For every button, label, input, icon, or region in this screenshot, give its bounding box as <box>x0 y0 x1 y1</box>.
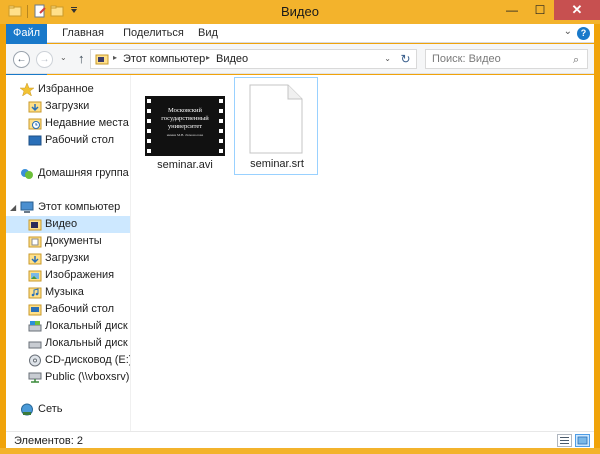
sidebar-item-label: Рабочий стол <box>45 134 115 146</box>
sidebar-item-desktop[interactable]: Рабочий стол <box>6 132 130 149</box>
downloads-folder-icon <box>28 101 42 113</box>
sidebar-item-label: Домашняя группа <box>38 167 129 179</box>
address-dropdown-icon[interactable]: ⌄ <box>384 54 391 63</box>
sidebar-item-pictures[interactable]: Изображения <box>6 267 130 284</box>
sidebar-item-label: Музыка <box>45 286 84 298</box>
thumbnail-text: университет <box>168 123 202 130</box>
sidebar-item-label: Избранное <box>38 83 94 95</box>
sidebar-item-label: Локальный диск (C <box>45 320 130 332</box>
help-icon[interactable]: ? <box>577 27 590 40</box>
documents-folder-icon <box>28 236 42 248</box>
search-input[interactable] <box>425 49 588 69</box>
breadcrumb-this-pc[interactable]: Этот компьютер <box>123 53 205 65</box>
sidebar-item-downloads[interactable]: Загрузки <box>6 98 130 115</box>
recent-places-icon <box>28 118 42 130</box>
sidebar-item-label: Загрузки <box>45 252 90 264</box>
sidebar-item-favorites[interactable]: Избранное <box>6 81 130 98</box>
thumbnail-text: государственный <box>161 115 209 122</box>
title-bar: Видео — ☐ ✕ <box>0 0 600 24</box>
file-name: seminar.avi <box>157 159 213 171</box>
desktop-icon <box>28 135 42 146</box>
sidebar-item-network[interactable]: Сеть <box>6 401 130 418</box>
network-drive-icon <box>28 372 42 383</box>
star-icon <box>20 83 34 96</box>
sidebar-item-cd-drive[interactable]: CD-дисковод (E:) Vi <box>6 352 131 369</box>
sidebar-item-label: Недавние места <box>45 117 129 129</box>
sidebar-item-label: Public (\\vboxsrv) (F <box>45 371 130 383</box>
sidebar-item-this-pc[interactable]: ◢ Этот компьютер <box>6 199 130 216</box>
window-border <box>0 448 600 454</box>
refresh-button[interactable]: ↻ <box>395 49 417 69</box>
navigation-pane: Избранное Загрузки Недавние места Рабочи… <box>6 75 131 431</box>
sidebar-item-label: Видео <box>45 218 78 230</box>
tab-view[interactable]: Вид <box>192 24 224 43</box>
video-file-icon: Московский государственный университет и… <box>145 96 225 156</box>
homegroup-icon <box>21 169 33 179</box>
sidebar-item-label: Локальный диск (D <box>45 337 130 349</box>
sidebar-item-homegroup[interactable]: Домашняя группа <box>6 165 130 182</box>
maximize-button[interactable]: ☐ <box>526 0 554 20</box>
sidebar-item-label: CD-дисковод (E:) Vi <box>45 354 131 366</box>
breadcrumb-video[interactable]: Видео <box>216 53 248 65</box>
details-view-button[interactable] <box>557 434 572 447</box>
downloads-folder-icon <box>28 253 42 265</box>
sidebar-item-label: Этот компьютер <box>38 201 121 213</box>
item-count: Элементов: 2 <box>14 435 83 447</box>
network-icon <box>21 403 33 416</box>
details-view-icon <box>560 437 569 444</box>
recent-locations-icon[interactable]: ⌄ <box>60 53 67 62</box>
search-icon[interactable]: ⌕ <box>573 54 579 67</box>
sidebar-item-downloads-pc[interactable]: Загрузки <box>6 250 130 267</box>
sidebar-item-music[interactable]: Музыка <box>6 284 130 301</box>
music-folder-icon <box>28 287 42 299</box>
status-bar: Элементов: 2 <box>6 431 594 448</box>
sidebar-item-video[interactable]: Видео <box>6 216 130 233</box>
sidebar-item-disk-d[interactable]: Локальный диск (D <box>6 335 130 352</box>
local-disk-icon <box>28 341 42 349</box>
file-item-seminar-srt[interactable]: seminar.srt <box>234 77 318 175</box>
sidebar-item-desktop-pc[interactable]: Рабочий стол <box>6 301 130 318</box>
file-item-seminar-avi[interactable]: Московский государственный университет и… <box>143 77 227 175</box>
tab-share[interactable]: Поделиться <box>116 24 191 43</box>
thumbnail-text: Московский <box>168 107 203 114</box>
address-bar[interactable]: ▸ Этот компьютер ▸ Видео ⌄ <box>90 49 396 69</box>
sidebar-item-disk-c[interactable]: Локальный диск (C <box>6 318 130 335</box>
ribbon-collapse-icon[interactable]: ⌄ <box>564 26 572 37</box>
video-folder-icon <box>95 54 109 65</box>
breadcrumb-separator[interactable]: ▸ <box>113 53 117 62</box>
sidebar-item-label: Сеть <box>38 403 63 415</box>
cd-drive-icon <box>29 354 41 367</box>
file-list-area[interactable]: Московский государственный университет и… <box>131 75 594 431</box>
sidebar-item-network-drive[interactable]: Public (\\vboxsrv) (F <box>6 369 130 386</box>
tab-home[interactable]: Главная <box>52 24 114 43</box>
sidebar-item-documents[interactable]: Документы <box>6 233 130 250</box>
video-folder-icon <box>28 219 42 231</box>
up-button[interactable]: ↑ <box>78 51 85 66</box>
text-file-icon <box>249 84 303 154</box>
close-button[interactable]: ✕ <box>554 0 600 20</box>
sidebar-item-label: Документы <box>45 235 102 247</box>
thumbnail-text: имени М.В. Ломоносова <box>167 133 204 137</box>
sidebar-item-label: Рабочий стол <box>45 303 115 315</box>
breadcrumb-separator[interactable]: ▸ <box>206 53 210 62</box>
large-icons-view-icon <box>577 436 588 445</box>
computer-icon <box>20 201 34 213</box>
expand-arrow-icon[interactable]: ◢ <box>10 199 16 216</box>
navigation-bar: ← → ⌄ ↑ ▸ Этот компьютер ▸ Видео ⌄ ↻ ⌕ <box>6 44 594 74</box>
local-disk-icon <box>28 321 42 332</box>
back-button[interactable]: ← <box>13 51 30 68</box>
window-controls: — ☐ ✕ <box>498 0 600 20</box>
file-name: seminar.srt <box>250 158 304 170</box>
sidebar-item-recent-places[interactable]: Недавние места <box>6 115 130 132</box>
explorer-window: Видео — ☐ ✕ Файл Главная Поделиться Вид … <box>0 0 600 454</box>
sidebar-item-label: Загрузки <box>45 100 90 112</box>
ribbon: Файл Главная Поделиться Вид ⌄ ? <box>6 24 594 122</box>
desktop-folder-icon <box>28 304 42 316</box>
forward-button[interactable]: → <box>36 51 53 68</box>
sidebar-item-label: Изображения <box>45 269 115 281</box>
large-icons-view-button[interactable] <box>575 434 590 447</box>
pictures-folder-icon <box>28 270 42 282</box>
minimize-button[interactable]: — <box>498 0 526 20</box>
